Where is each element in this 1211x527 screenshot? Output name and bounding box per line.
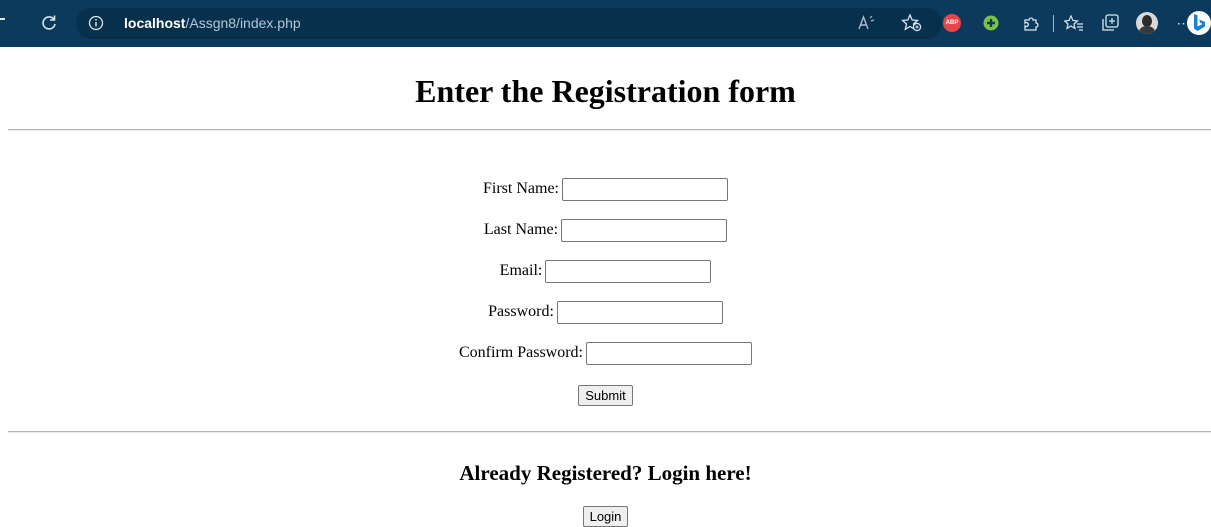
refresh-icon — [42, 15, 56, 30]
add-favorite-icon — [901, 13, 922, 32]
last-name-row: Last Name: — [0, 218, 1211, 242]
login-heading: Already Registered? Login here! — [459, 461, 752, 485]
first-name-row: First Name: — [0, 177, 1211, 201]
favorites-button[interactable] — [1062, 11, 1086, 35]
add-favorite-button[interactable] — [900, 11, 924, 35]
read-aloud-button[interactable] — [855, 11, 879, 35]
collections-button[interactable] — [1098, 11, 1122, 35]
submit-button[interactable]: Submit — [578, 385, 633, 406]
profile-avatar — [1136, 12, 1158, 34]
password-row: Password: — [0, 300, 1211, 324]
copilot-button[interactable] — [1185, 9, 1211, 37]
browser-toolbar: localhost/Assgn8/index.php ABP ⋯ — [0, 0, 1211, 47]
page-title: Enter the Registration form — [415, 73, 796, 109]
profile-button[interactable] — [1135, 11, 1159, 35]
read-aloud-icon — [858, 15, 875, 30]
copilot-icon — [1187, 11, 1211, 35]
adblock-plus-button[interactable]: ABP — [940, 11, 964, 35]
first-name-label: First Name: — [483, 180, 559, 197]
top-divider — [8, 129, 1211, 131]
password-input[interactable] — [556, 300, 723, 324]
login-button[interactable]: Login — [582, 506, 629, 527]
toolbar-separator — [1053, 15, 1054, 32]
email-input[interactable] — [545, 259, 712, 283]
email-row: Email: — [0, 259, 1211, 283]
confirm-password-input[interactable] — [586, 341, 752, 365]
refresh-button[interactable] — [34, 8, 64, 38]
green-extension-icon — [983, 15, 999, 31]
info-icon[interactable] — [88, 15, 104, 31]
submit-row: Submit — [0, 385, 1211, 406]
url-path: /Assgn8/index.php — [185, 15, 301, 31]
confirm-password-label: Confirm Password: — [459, 344, 583, 361]
password-label: Password: — [488, 303, 554, 320]
extensions-icon — [1024, 17, 1039, 31]
email-label: Email: — [499, 262, 543, 279]
green-extension-button[interactable] — [979, 11, 1003, 35]
extensions-button[interactable] — [1019, 11, 1043, 35]
back-button-edge[interactable] — [0, 18, 5, 20]
address-bar[interactable]: localhost/Assgn8/index.php — [76, 8, 942, 39]
login-row: Login — [0, 506, 1211, 527]
url-host: localhost — [124, 15, 186, 31]
favorites-icon — [1064, 14, 1083, 31]
last-name-label: Last Name: — [483, 221, 559, 238]
confirm-password-row: Confirm Password: — [0, 341, 1211, 365]
bottom-divider — [8, 431, 1211, 433]
last-name-input[interactable] — [561, 218, 728, 242]
adblock-plus-icon: ABP — [943, 14, 961, 32]
collections-icon — [1102, 14, 1119, 31]
url-text[interactable]: localhost/Assgn8/index.php — [124, 14, 301, 33]
first-name-input[interactable] — [562, 177, 728, 201]
